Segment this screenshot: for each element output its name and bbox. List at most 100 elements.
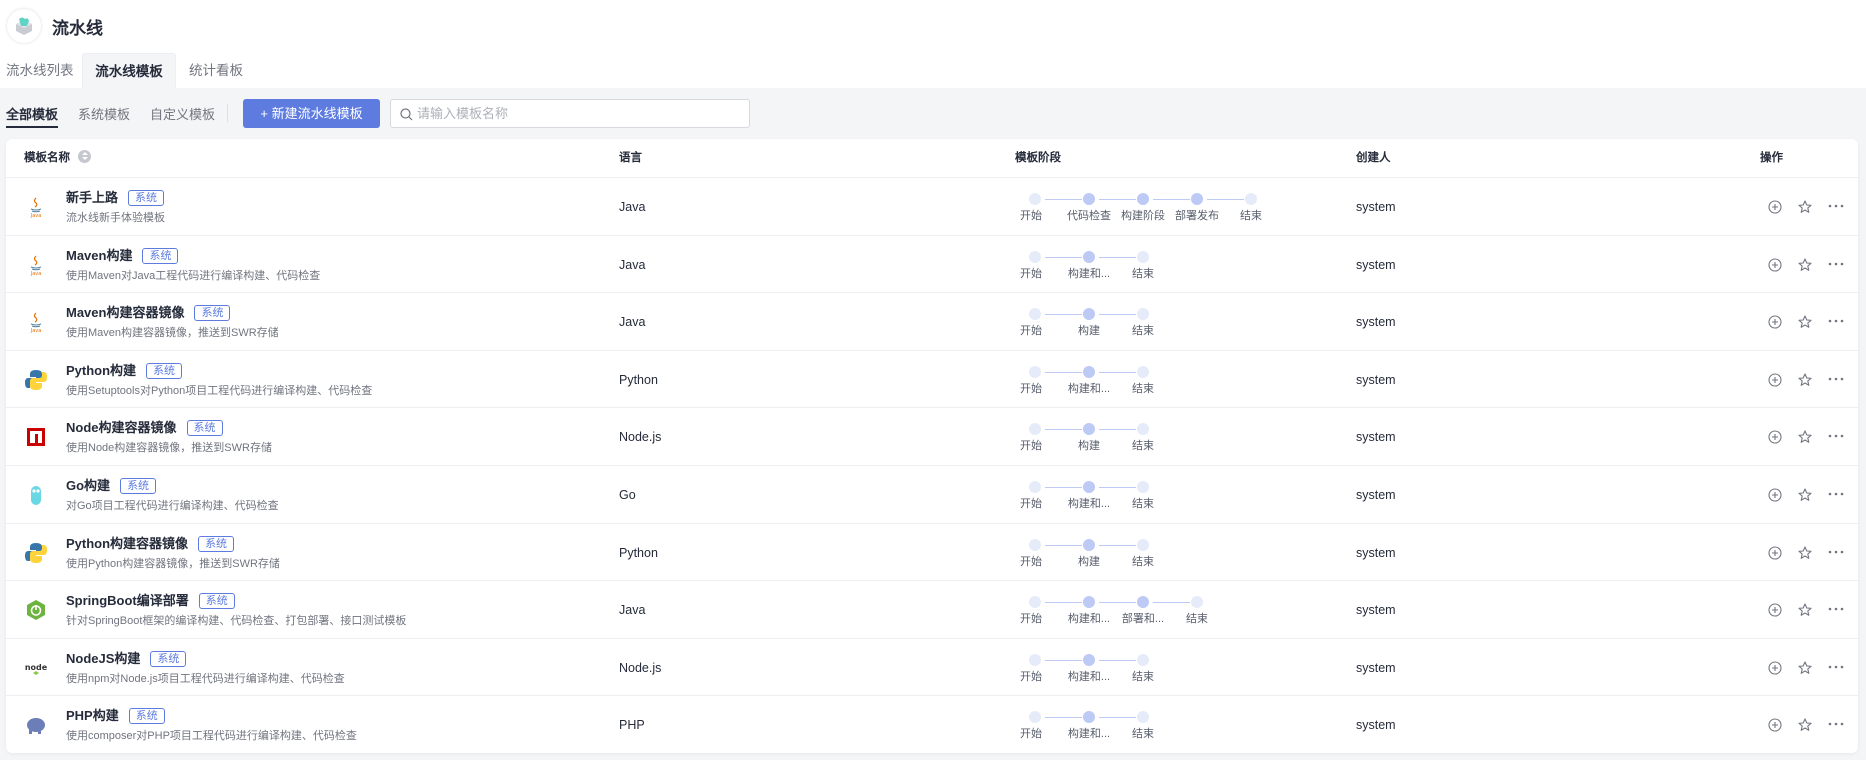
favorite-star-icon[interactable] [1796,428,1814,446]
tab-stats-dashboard[interactable]: 统计看板 [189,53,243,88]
table-row[interactable]: Java Maven构建 系统 使用Maven对Java工程代码进行编译构建、代码… [6,234,1858,293]
create-pipeline-icon[interactable] [1766,371,1784,389]
stage-dot [1029,423,1041,436]
more-options-icon[interactable] [1827,716,1845,734]
stage-label: 开始 [1020,440,1042,453]
more-options-icon[interactable] [1827,601,1845,619]
system-badge: 系统 [186,420,223,437]
template-name[interactable]: Maven构建 系统 [66,245,179,264]
go-gopher-icon [24,483,48,507]
creator: system [1356,430,1396,445]
more-options-icon[interactable] [1827,486,1845,504]
stage-label: 开始 [1020,267,1042,280]
stage-dot [1029,653,1041,666]
tab-pipeline-templates[interactable]: 流水线模板 [82,53,176,88]
template-name[interactable]: Python构建容器镜像 系统 [66,533,235,552]
template-name[interactable]: 新手上路 系统 [66,187,165,206]
more-options-icon[interactable] [1827,198,1845,216]
stage-connector [1045,199,1082,200]
template-name[interactable]: Node构建容器镜像 系统 [66,417,223,437]
stage-label: 构建 [1078,555,1100,568]
template-name[interactable]: Python构建 系统 [66,360,183,379]
svg-text:node: node [25,663,48,672]
favorite-star-icon[interactable] [1796,659,1814,677]
java-icon: Java [24,310,48,334]
stage-label: 开始 [1020,382,1042,395]
subtab-system-templates[interactable]: 系统模板 [78,104,130,128]
create-pipeline-icon[interactable] [1766,716,1784,734]
template-name-text[interactable]: SpringBoot编译部署 [66,593,189,608]
sort-icon[interactable] [78,150,91,164]
create-pipeline-icon[interactable] [1766,659,1784,677]
new-template-button[interactable]: + 新建流水线模板 [243,99,380,128]
stage-label: 结束 [1240,210,1262,222]
create-pipeline-icon[interactable] [1766,428,1784,446]
template-name-text[interactable]: Node构建容器镜像 [66,420,177,435]
template-name-text[interactable]: Python构建 [66,363,136,378]
stage-connector [1045,429,1082,431]
favorite-star-icon[interactable] [1796,198,1814,216]
more-options-icon[interactable] [1827,371,1845,389]
favorite-star-icon[interactable] [1796,256,1814,274]
create-pipeline-icon[interactable] [1766,256,1784,274]
favorite-star-icon[interactable] [1796,313,1814,331]
template-name[interactable]: NodeJS构建 系统 [66,648,187,667]
template-name-text[interactable]: Maven构建 [66,248,132,263]
more-options-icon[interactable] [1827,659,1845,677]
template-name[interactable]: SpringBoot编译部署 系统 [66,590,235,610]
favorite-star-icon[interactable] [1796,716,1814,734]
stage-label: 构建 [1078,440,1100,453]
subtab-custom-templates[interactable]: 自定义模板 [150,104,215,128]
create-pipeline-icon[interactable] [1766,486,1784,504]
template-name-text[interactable]: Python构建容器镜像 [66,536,188,551]
table-row[interactable]: Python构建容器镜像 系统 使用Python构建容器镜像，推送到SWR存储 P… [6,522,1858,581]
system-badge: 系统 [142,247,179,264]
favorite-star-icon[interactable] [1796,544,1814,562]
create-pipeline-icon[interactable] [1766,198,1784,216]
svg-text:Java: Java [30,271,42,277]
favorite-star-icon[interactable] [1796,371,1814,389]
table-row[interactable]: Node构建容器镜像 系统 使用Node构建容器镜像，推送到SWR存储 Node.… [6,407,1858,465]
template-name-text[interactable]: Go构建 [66,478,110,493]
stage-connector [1045,487,1082,488]
more-options-icon[interactable] [1827,544,1845,562]
create-pipeline-icon[interactable] [1766,313,1784,331]
table-row[interactable]: Java Maven构建容器镜像 系统 使用Maven构建容器镜像，推送到SWR存… [6,292,1858,350]
template-name-text[interactable]: 新手上路 [66,190,118,205]
stage-dot [1083,538,1095,551]
language: Node.js [619,430,662,445]
stage-connector [1153,602,1190,604]
favorite-star-icon[interactable] [1796,486,1814,504]
subtab-all-templates[interactable]: 全部模板 [6,104,59,128]
tab-pipeline-list[interactable]: 流水线列表 [6,53,74,88]
template-name-text[interactable]: Maven构建容器镜像 [66,305,184,320]
table-row[interactable]: Python构建 系统 使用Setuptools对Python项目工程代码进行编译… [6,349,1858,408]
stage-label: 代码检查 [1067,210,1111,222]
more-options-icon[interactable] [1827,428,1845,446]
create-pipeline-icon[interactable] [1766,601,1784,619]
search-input[interactable] [417,100,737,127]
template-name[interactable]: Go构建 系统 [66,475,157,494]
create-pipeline-icon[interactable] [1766,544,1784,562]
creator: system [1356,718,1396,733]
more-options-icon[interactable] [1827,313,1845,331]
favorite-star-icon[interactable] [1796,601,1814,619]
table-row[interactable]: SpringBoot编译部署 系统 针对SpringBoot框架的编译构建、代码检… [6,580,1858,638]
language: Python [619,545,658,560]
stage-label: 构建和... [1067,382,1111,395]
search-icon [400,108,413,121]
template-name-text[interactable]: PHP构建 [66,708,119,723]
language: Go [619,488,636,502]
system-badge: 系统 [194,305,231,322]
column-header-name[interactable]: 模板名称 [24,139,91,177]
template-name-text[interactable]: NodeJS构建 [66,651,140,666]
table-row[interactable]: node NodeJS构建 系统 使用npm对Node.js项目工程代码进行编译构… [6,637,1858,696]
stage-label: 部署发布 [1175,210,1219,222]
more-options-icon[interactable] [1827,256,1845,274]
table-row[interactable]: Java 新手上路 系统 流水线新手体验模板 Java 开始 代码检查 构建阶段 部署发… [6,177,1858,235]
template-name[interactable]: PHP构建 系统 [66,705,165,725]
template-name[interactable]: Maven构建容器镜像 系统 [66,302,231,322]
stage-connector [1099,371,1136,373]
table-row[interactable]: PHP构建 系统 使用composer对PHP项目工程代码进行编译构建、代码检查 … [6,695,1858,753]
table-row[interactable]: Go构建 系统 对Go项目工程代码进行编译构建、代码检查 Go 开始 构建和... 结… [6,465,1858,523]
